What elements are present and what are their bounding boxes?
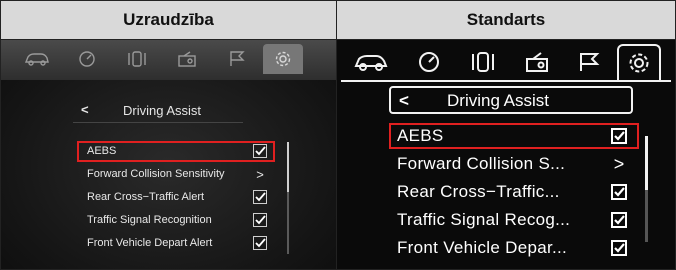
checkbox-aebs[interactable] xyxy=(611,128,627,144)
gauge-icon xyxy=(419,52,439,72)
gear-icon xyxy=(275,51,291,67)
list-item-front-vehicle-depart[interactable]: Front Vehicle Depart Alert xyxy=(77,232,277,255)
list-item-aebs[interactable]: AEBS xyxy=(389,122,639,150)
tab-vehicle-status[interactable] xyxy=(117,44,157,74)
tab-gauge[interactable] xyxy=(407,46,451,78)
list-item-aebs[interactable]: AEBS xyxy=(77,140,277,163)
tab-gauge[interactable] xyxy=(67,44,107,74)
checkmark-icon xyxy=(614,243,625,253)
vehicle-status-icon xyxy=(472,52,494,72)
page-title: Driving Assist xyxy=(123,103,202,118)
checkbox-front-vehicle-depart[interactable] xyxy=(611,240,627,256)
tab-flag[interactable] xyxy=(217,44,257,74)
checkbox-traffic-signal[interactable] xyxy=(253,213,267,227)
page-title: Driving Assist xyxy=(447,91,550,110)
settings-list-left: AEBS Forward Collision Sensitivity > Rea… xyxy=(77,140,277,255)
back-button[interactable]: < xyxy=(81,102,89,117)
vehicle-status-icon xyxy=(128,51,146,67)
item-label: AEBS xyxy=(397,126,444,145)
checkmark-icon xyxy=(614,187,625,197)
radio-icon xyxy=(526,52,548,72)
chevron-right-icon: > xyxy=(256,166,264,182)
back-button[interactable]: < xyxy=(399,91,409,111)
item-label: Front Vehicle Depart Alert xyxy=(87,237,213,249)
item-label: Forward Collision Sensitivity xyxy=(87,168,225,180)
tab-radio[interactable] xyxy=(515,46,559,78)
list-item-traffic-signal[interactable]: Traffic Signal Recog... xyxy=(389,206,639,234)
tab-flag[interactable] xyxy=(567,46,611,78)
item-label: Forward Collision S... xyxy=(397,154,566,173)
settings-list-right: AEBS Forward Collision S... > Rear Cross… xyxy=(389,122,639,262)
list-item-forward-collision[interactable]: Forward Collision Sensitivity > xyxy=(77,163,277,186)
scrollbar-right[interactable] xyxy=(645,136,648,242)
checkmark-icon xyxy=(614,131,625,141)
menu-title-left: < Driving Assist xyxy=(73,102,243,123)
flag-icon xyxy=(230,51,245,66)
tab-settings[interactable] xyxy=(263,44,303,74)
checkmark-icon xyxy=(255,146,266,156)
checkbox-rear-cross-traffic[interactable] xyxy=(253,190,267,204)
list-item-forward-collision[interactable]: Forward Collision S... > xyxy=(389,150,639,178)
scrollbar-thumb[interactable] xyxy=(287,142,289,192)
screen-right: < Driving Assist AEBS Forward Collision … xyxy=(337,40,675,269)
item-label: Traffic Signal Recognition xyxy=(87,214,212,226)
checkmark-icon xyxy=(255,215,266,225)
tab-bar-right xyxy=(337,40,675,82)
list-item-rear-cross-traffic[interactable]: Rear Cross−Traffic Alert xyxy=(77,186,277,209)
list-item-front-vehicle-depart[interactable]: Front Vehicle Depar... xyxy=(389,234,639,262)
item-label: Rear Cross−Traffic Alert xyxy=(87,191,205,203)
item-label: Front Vehicle Depar... xyxy=(397,238,568,257)
checkbox-rear-cross-traffic[interactable] xyxy=(611,184,627,200)
car-icon xyxy=(354,55,388,71)
checkbox-front-vehicle-depart[interactable] xyxy=(253,236,267,250)
tab-underline xyxy=(341,80,671,82)
checkmark-icon xyxy=(614,215,625,225)
comparison-frame: Uzraudzība Standarts < Driving Assist AE… xyxy=(0,0,676,270)
item-label: AEBS xyxy=(87,145,117,157)
tab-radio[interactable] xyxy=(167,44,207,74)
tab-settings[interactable] xyxy=(617,44,661,80)
flag-icon xyxy=(580,53,600,71)
item-label: Rear Cross−Traffic... xyxy=(397,182,560,201)
chevron-right-icon: > xyxy=(613,153,625,174)
checkbox-traffic-signal[interactable] xyxy=(611,212,627,228)
scrollbar-left[interactable] xyxy=(287,142,289,254)
car-icon xyxy=(24,53,49,66)
screen-left: < Driving Assist AEBS Forward Collision … xyxy=(1,40,337,269)
header-left: Uzraudzība xyxy=(1,1,337,40)
gauge-icon xyxy=(79,51,95,67)
list-item-rear-cross-traffic[interactable]: Rear Cross−Traffic... xyxy=(389,178,639,206)
checkmark-icon xyxy=(255,192,266,202)
checkbox-aebs[interactable] xyxy=(253,144,267,158)
radio-icon xyxy=(178,51,196,67)
menu-title-right: < Driving Assist xyxy=(389,86,633,114)
header-right: Standarts xyxy=(337,1,675,40)
tab-vehicle-status[interactable] xyxy=(461,46,505,78)
tab-car[interactable] xyxy=(349,46,393,78)
tab-bar-left xyxy=(1,40,336,80)
tab-car[interactable] xyxy=(17,44,57,74)
checkmark-icon xyxy=(255,238,266,248)
item-label: Traffic Signal Recog... xyxy=(397,210,571,229)
gear-icon xyxy=(629,53,649,73)
list-item-traffic-signal[interactable]: Traffic Signal Recognition xyxy=(77,209,277,232)
scrollbar-thumb[interactable] xyxy=(645,136,648,190)
